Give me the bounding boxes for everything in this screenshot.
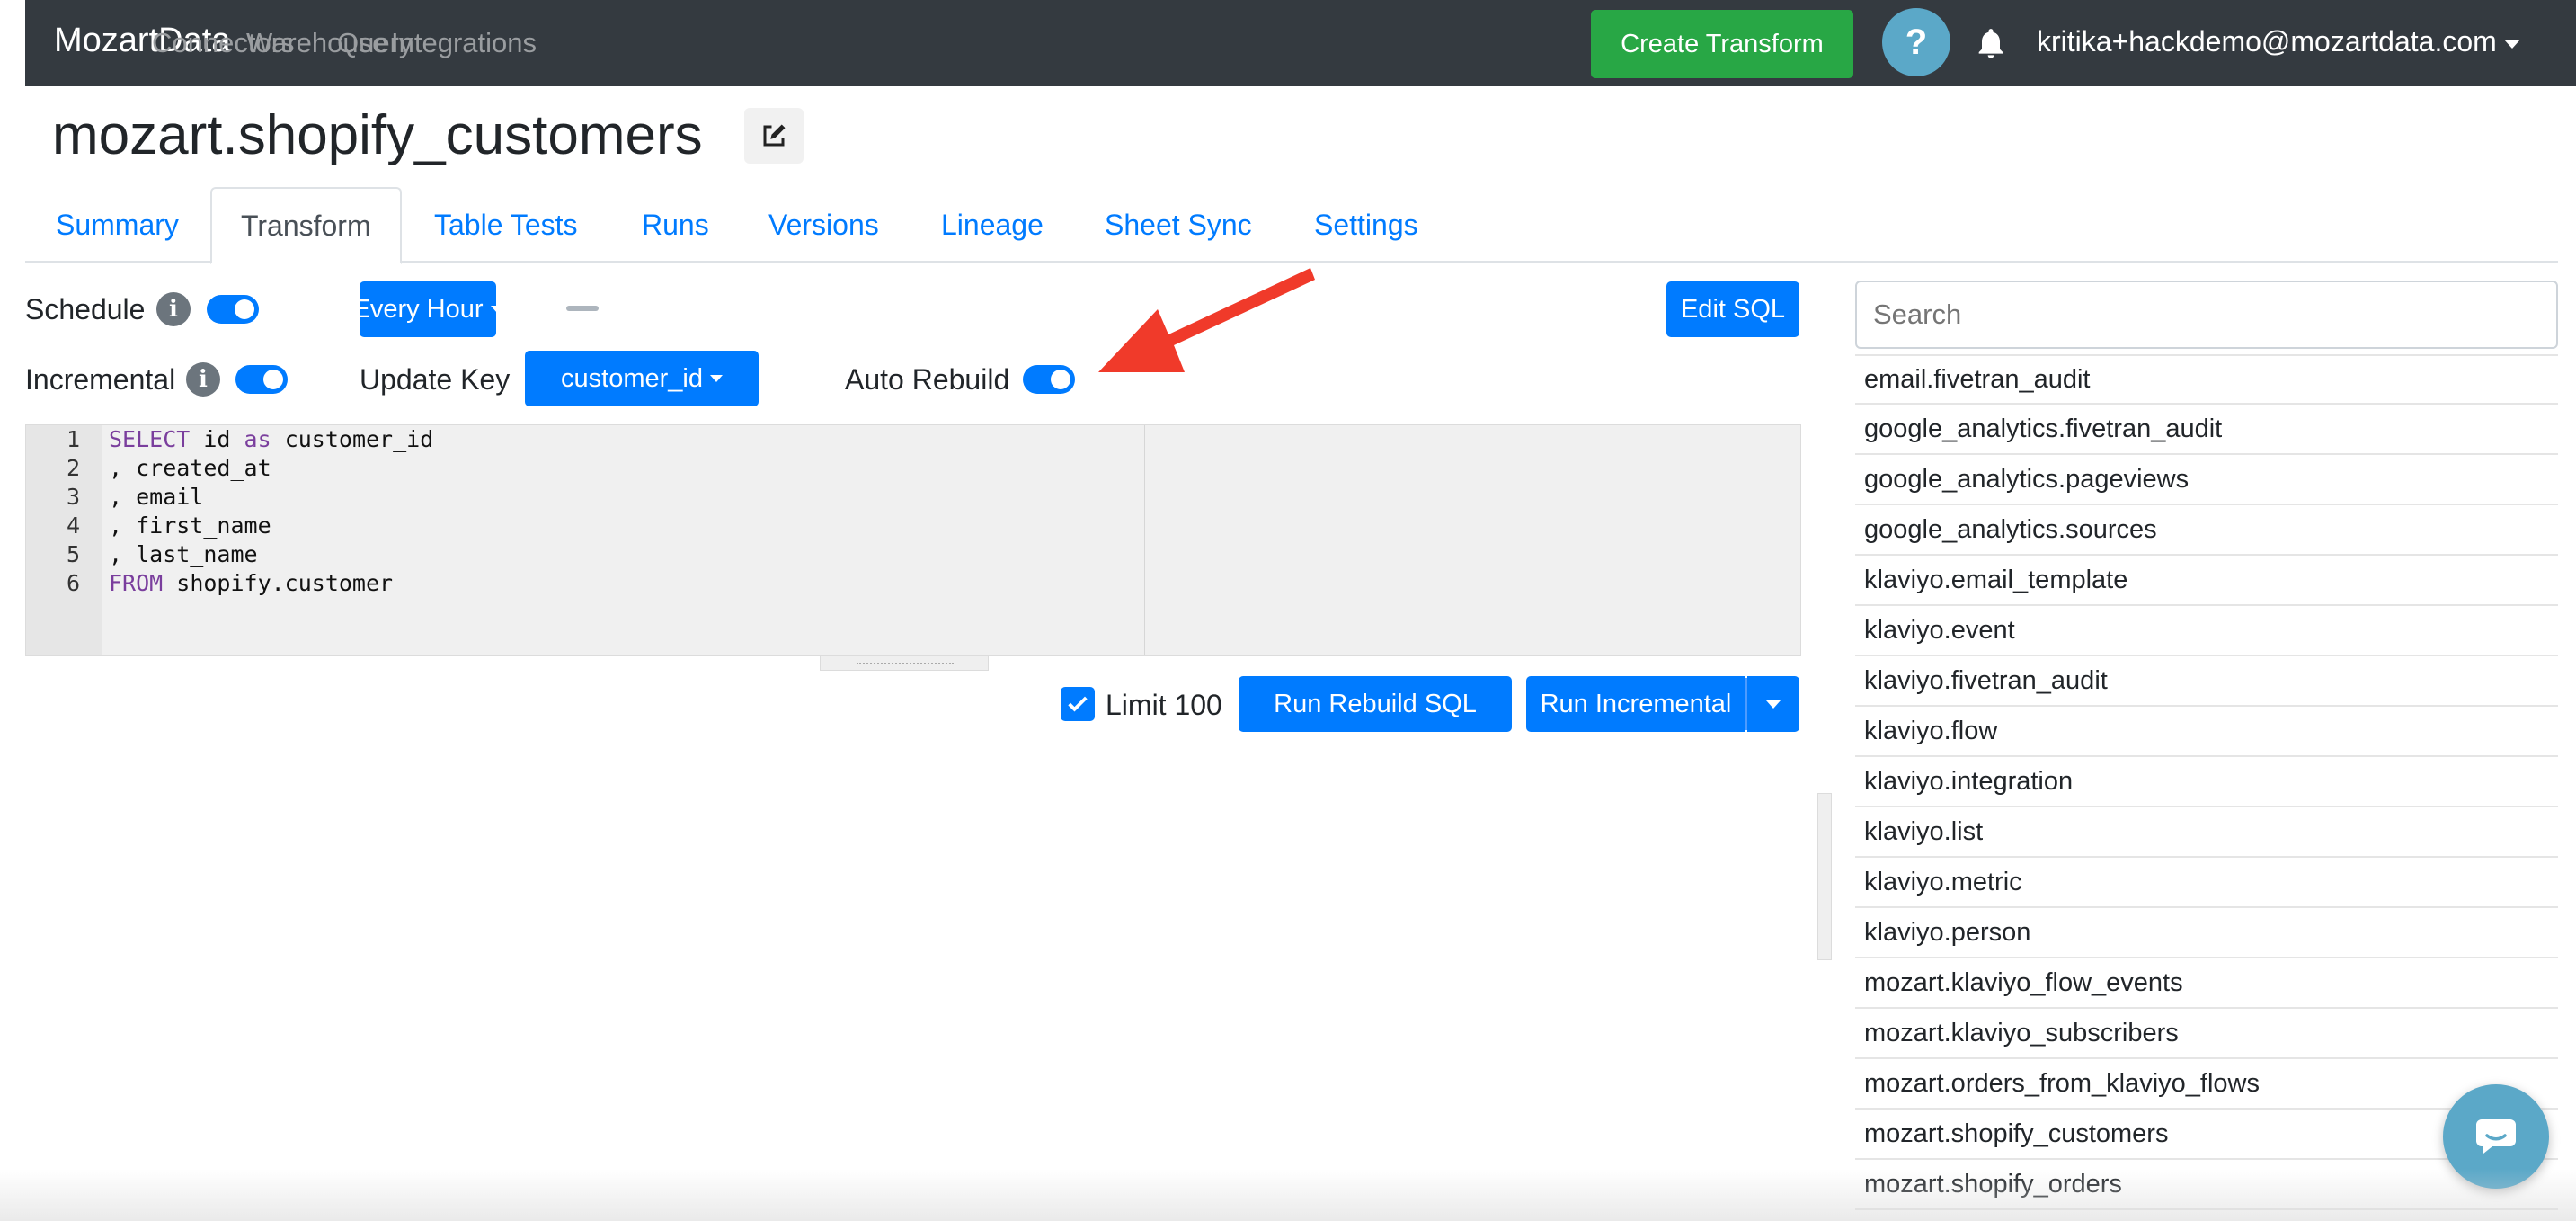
edit-sql-button[interactable]: Edit SQL bbox=[1666, 281, 1799, 337]
chat-icon bbox=[2476, 1119, 2516, 1154]
code-line: , email bbox=[109, 483, 433, 512]
user-menu[interactable]: kritika+hackdemo@mozartdata.com bbox=[2037, 25, 2520, 58]
chevron-down-icon bbox=[709, 375, 723, 382]
run-incremental-button[interactable]: Run Incremental bbox=[1526, 676, 1745, 732]
table-list-item[interactable]: klaviyo.email_template bbox=[1855, 556, 2558, 606]
tab-summary[interactable]: Summary bbox=[56, 187, 179, 263]
line-number-gutter: 1 2 3 4 5 6 bbox=[26, 425, 102, 655]
tab-settings[interactable]: Settings bbox=[1314, 187, 1418, 263]
code-line: , created_at bbox=[109, 454, 433, 483]
schedule-label: Schedule bbox=[25, 293, 146, 325]
code-text: , first_name bbox=[109, 512, 271, 539]
line-number: 4 bbox=[66, 512, 80, 539]
table-list-item[interactable]: google_analytics.pageviews bbox=[1855, 455, 2558, 505]
update-key-label: Update Key bbox=[360, 363, 511, 396]
code-text: , last_name bbox=[109, 541, 258, 567]
edit-icon bbox=[763, 124, 786, 147]
sql-keyword: as bbox=[244, 426, 271, 452]
line-number: 2 bbox=[66, 455, 80, 481]
chevron-down-icon bbox=[2503, 39, 2520, 49]
table-list: email.fivetran_audit google_analytics.fi… bbox=[1855, 354, 2558, 1210]
info-icon[interactable]: i bbox=[156, 292, 191, 326]
tab-bar: Summary Transform Table Tests Runs Versi… bbox=[25, 187, 2558, 264]
tab-table-tests[interactable]: Table Tests bbox=[434, 187, 578, 263]
tab-versions[interactable]: Versions bbox=[768, 187, 879, 263]
top-navbar: MozartData Connectors Warehouse Query In… bbox=[25, 0, 2576, 86]
code-line: FROM shopify.customer bbox=[109, 569, 433, 598]
table-list-item[interactable]: klaviyo.list bbox=[1855, 807, 2558, 858]
code-line: , last_name bbox=[109, 540, 433, 569]
divider-dash bbox=[566, 306, 599, 311]
code-area[interactable]: SELECT id as customer_id , created_at , … bbox=[109, 425, 433, 598]
sql-keyword: FROM bbox=[109, 570, 164, 596]
tab-lineage[interactable]: Lineage bbox=[941, 187, 1044, 263]
code-text: id bbox=[190, 426, 244, 452]
sql-editor[interactable]: 1 2 3 4 5 6 SELECT id as customer_id , c… bbox=[25, 424, 1801, 656]
info-icon[interactable]: i bbox=[186, 362, 220, 397]
user-email: kritika+hackdemo@mozartdata.com bbox=[2037, 25, 2497, 58]
code-text: customer_id bbox=[271, 426, 434, 452]
auto-rebuild-toggle[interactable] bbox=[1023, 365, 1075, 394]
table-list-item[interactable]: klaviyo.metric bbox=[1855, 858, 2558, 908]
table-list-item[interactable]: klaviyo.flow bbox=[1855, 707, 2558, 757]
bell-icon[interactable] bbox=[1973, 24, 2009, 62]
toggle-knob bbox=[235, 299, 254, 319]
toggle-knob bbox=[1051, 370, 1070, 389]
page-title: mozart.shopify_customers bbox=[52, 104, 703, 166]
search-input[interactable] bbox=[1855, 281, 2558, 349]
tab-runs[interactable]: Runs bbox=[642, 187, 709, 263]
code-text: , email bbox=[109, 484, 204, 510]
editor-divider bbox=[1144, 425, 1145, 655]
line-number: 1 bbox=[66, 426, 80, 452]
run-rebuild-sql-button[interactable]: Run Rebuild SQL bbox=[1239, 676, 1512, 732]
editor-resize-handle[interactable] bbox=[820, 656, 989, 671]
check-icon bbox=[1068, 696, 1088, 712]
line-number: 6 bbox=[66, 570, 80, 596]
code-text: shopify.customer bbox=[163, 570, 394, 596]
edit-title-button[interactable] bbox=[744, 108, 804, 164]
tab-transform[interactable]: Transform bbox=[210, 187, 402, 264]
table-list-item[interactable]: mozart.klaviyo_subscribers bbox=[1855, 1009, 2558, 1059]
sql-keyword: SELECT bbox=[109, 426, 191, 452]
toggle-knob bbox=[263, 370, 283, 389]
line-number: 3 bbox=[66, 484, 80, 510]
code-line: SELECT id as customer_id bbox=[109, 425, 433, 454]
update-key-value: customer_id bbox=[561, 363, 703, 393]
chevron-down-icon bbox=[1766, 700, 1781, 709]
table-list-item[interactable]: klaviyo.fivetran_audit bbox=[1855, 656, 2558, 707]
incremental-label: Incremental bbox=[25, 363, 176, 396]
table-list-item[interactable]: klaviyo.person bbox=[1855, 908, 2558, 958]
bottom-shadow bbox=[0, 1169, 2576, 1221]
table-list-item[interactable]: email.fivetran_audit bbox=[1855, 354, 2558, 405]
update-key-dropdown[interactable]: customer_id bbox=[525, 351, 759, 406]
code-line: , first_name bbox=[109, 512, 433, 540]
table-list-item[interactable]: klaviyo.integration bbox=[1855, 757, 2558, 807]
limit-label[interactable]: Limit 100 bbox=[1106, 689, 1222, 722]
incremental-toggle[interactable] bbox=[235, 365, 288, 394]
table-list-item[interactable]: klaviyo.event bbox=[1855, 606, 2558, 656]
create-transform-button[interactable]: Create Transform bbox=[1591, 10, 1853, 78]
tab-sheet-sync[interactable]: Sheet Sync bbox=[1105, 187, 1252, 263]
frequency-dropdown[interactable]: Every Hour bbox=[352, 281, 503, 337]
chevron-down-icon bbox=[490, 306, 503, 313]
code-text: , created_at bbox=[109, 455, 271, 481]
frequency-value: Every Hour bbox=[352, 294, 484, 324]
schedule-toggle[interactable] bbox=[207, 295, 259, 324]
help-button[interactable]: ? bbox=[1882, 8, 1950, 76]
limit-checkbox[interactable] bbox=[1061, 687, 1095, 721]
table-list-item[interactable]: mozart.orders_from_klaviyo_flows bbox=[1855, 1059, 2558, 1110]
run-options-dropdown[interactable] bbox=[1747, 676, 1799, 732]
panel-resize-handle[interactable] bbox=[1817, 793, 1832, 960]
table-list-item[interactable]: mozart.klaviyo_flow_events bbox=[1855, 958, 2558, 1009]
nav-integrations[interactable]: Integrations bbox=[391, 27, 537, 59]
table-list-item[interactable]: google_analytics.sources bbox=[1855, 505, 2558, 556]
auto-rebuild-label: Auto Rebuild bbox=[845, 363, 1010, 396]
line-number: 5 bbox=[66, 541, 80, 567]
table-list-item[interactable]: google_analytics.fivetran_audit bbox=[1855, 405, 2558, 455]
